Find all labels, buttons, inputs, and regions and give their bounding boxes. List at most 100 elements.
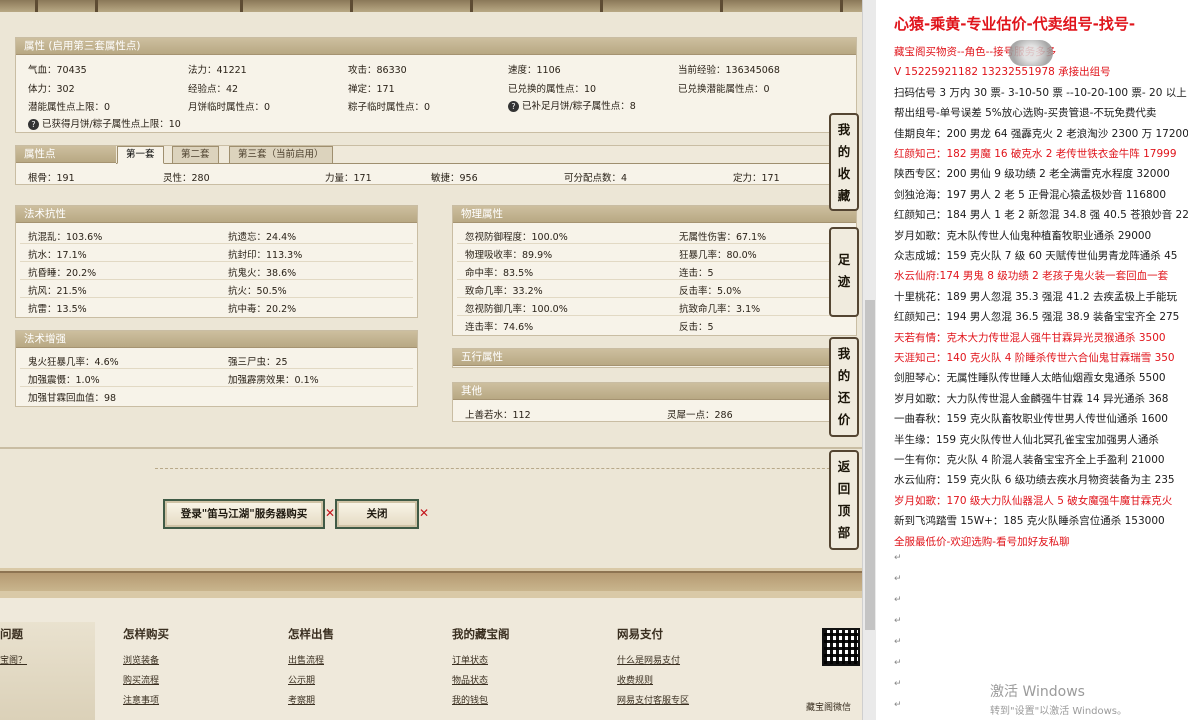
doc-line: 陕西专区：200 男仙 9 级功绩 2 老全满雷克水程度 32000 [894,168,1170,181]
footer-col-title: 怎样出售 [288,627,334,641]
five-elements-title: 五行属性 [453,349,856,366]
footer-link[interactable]: 网易支付客服专区 [617,693,689,706]
footer-link[interactable]: 公示期 [288,673,315,686]
footer-link[interactable]: 购买流程 [123,673,159,686]
table-row: 忽视防御几率：100.0% 抗致命几率：3.1% [457,298,852,316]
point-value: 根骨：191 [28,173,75,184]
tab-set-3[interactable]: 第三套（当前启用） [229,146,333,164]
qr-caption: 藏宝阁微信 [806,703,852,713]
doc-title: 心猿-乘黄-专业估价-代卖组号-找号- [894,15,1136,33]
side-tab-favorites[interactable]: 我的收藏 [829,113,859,211]
attr-value: 已兑换潜能属性点：0 [678,84,770,95]
tab-set-1[interactable]: 第一套 [117,146,164,164]
points-panel-title: 属性点 [16,146,116,163]
point-value: 敏捷：956 [431,173,478,184]
avatar [1009,40,1053,66]
footer-link[interactable]: 我的钱包 [452,693,488,706]
doc-line: 岁月如歌：大力队传世混人金麟强牛甘霖 14 异光通杀 368 [894,392,1169,405]
footer-link[interactable]: 订单状态 [452,653,488,666]
attr-value-text: 已补足月饼/粽子属性点：8 [522,101,636,112]
phys-value: 连击率：74.6% [465,322,534,333]
attr-value: 经验点：42 [188,84,239,95]
doc-line: 红颜知己：184 男人 1 老 2 新忽混 34.8 强 40.5 苍狼妙音 2… [894,209,1188,222]
doc-line: 水云仙府：159 克火队 6 级功绩去疾水月物资装备为主 235 [894,474,1175,487]
doc-line: 一曲春秋：159 克火队畜牧职业传世男人传世仙通杀 1600 [894,413,1168,426]
footer-link[interactable]: 物品状态 [452,673,488,686]
footer-col-title: 我的藏宝阁 [452,627,510,641]
other-title: 其他 [453,383,856,400]
resist-value: 抗火：50.5% [228,286,287,297]
resist-value: 抗昏睡：20.2% [28,268,97,279]
windows-watermark-sub: 转到"设置"以激活 Windows。 [990,706,1128,717]
point-value: 灵性：280 [163,173,210,184]
side-tab-back-to-top[interactable]: 返回顶部 [829,450,859,550]
doc-line: 半生缘：159 克火队传世人仙北冥孔雀宝宝加强男人通杀 [894,433,1159,446]
qr-code-icon [822,628,860,666]
close-x-icon: ✕ [419,506,430,520]
magic-boost-panel: 法术增强 鬼火狂暴几率：4.6% 强三尸虫：25 加强震慑：1.0% 加强霹雳效果：… [15,330,418,407]
other-panel: 其他 上善若水：112 灵犀一点：286 [452,382,857,422]
help-icon[interactable]: ? [508,101,519,112]
resist-value: 抗风：21.5% [28,286,87,297]
point-value: 可分配点数：4 [564,173,628,184]
paragraph-mark: ↵ [894,637,902,647]
five-elements-panel: 五行属性 [452,348,857,368]
login-buy-button[interactable]: 登录"笛马江湖"服务器购买 [163,499,325,529]
resist-value: 抗中毒：20.2% [228,304,297,315]
boost-value: 加强震慑：1.0% [28,375,100,386]
table-row: 物理吸收率：89.9% 狂暴几率：80.0% [457,244,852,262]
table-row: 命中率：83.5% 连击：5 [457,262,852,280]
magic-resist-title: 法术抗性 [16,206,417,223]
footer-link[interactable]: 什么是网易支付 [617,653,680,666]
tab-set-2[interactable]: 第二套 [172,146,219,164]
windows-watermark: 激活 Windows [990,684,1085,700]
game-page: 属性 (启用第三套属性点) 气血：70435 法力：41221 攻击：86330… [0,0,862,720]
doc-line: 剑胆琴心：无属性睡队传世睡人太皓仙烟霞女鬼通杀 5500 [894,372,1166,385]
table-row: 忽视防御程度：100.0% 无属性伤害：67.1% [457,226,852,244]
scrollbar-thumb[interactable] [865,300,875,630]
paragraph-mark: ↵ [894,616,902,626]
footer-link[interactable]: 浏览装备 [123,653,159,666]
attr-value: 当前经验：136345068 [678,65,780,76]
side-tab-bargain[interactable]: 我的还价 [829,337,859,437]
footer-link[interactable]: 考察期 [288,693,315,706]
phys-value: 忽视防御程度：100.0% [465,232,568,243]
paragraph-mark: ↵ [894,700,902,710]
resist-value: 抗遗忘：24.4% [228,232,297,243]
footer-link[interactable]: 出售流程 [288,653,324,666]
side-tab-footprint[interactable]: 足迹 [829,227,859,317]
paragraph-mark: ↵ [894,574,902,584]
resist-value: 抗封印：113.3% [228,250,303,261]
help-icon[interactable]: ? [28,119,39,130]
attr-value: 攻击：86330 [348,65,407,76]
attr-value: 粽子临时属性点：0 [348,102,431,113]
attr-value: 月饼临时属性点：0 [188,102,271,113]
doc-line: 新到飞鸿踏雪 15W+：185 克火队睡杀宫位通杀 153000 [894,515,1165,528]
side-tab-label: 我的收藏 [837,122,851,203]
phys-value: 命中率：83.5% [465,268,534,279]
attr-value: ? 已获得月饼/粽子属性点上限：10 [28,116,181,130]
physical-attr-panel: 物理属性 忽视防御程度：100.0% 无属性伤害：67.1% 物理吸收率：89.9… [452,205,857,336]
physical-attr-title: 物理属性 [453,206,856,223]
footer-link[interactable]: 宝阁？ [0,653,27,666]
footer-link[interactable]: 注意事项 [123,693,159,706]
phys-value: 致命几率：33.2% [465,286,543,297]
attr-value: 体力：302 [28,84,75,95]
divider [155,468,855,469]
table-row: 抗混乱：103.6% 抗遗忘：24.4% [20,226,413,244]
footer-col-title: 怎样购买 [123,627,169,641]
close-button[interactable]: 关闭 [335,499,419,529]
footer-link[interactable]: 收费规则 [617,673,653,686]
resist-value: 抗雷：13.5% [28,304,87,315]
scrollbar[interactable] [862,0,876,720]
attr-value: 潜能属性点上限：0 [28,102,111,113]
boost-value: 强三尸虫：25 [228,357,288,368]
paragraph-mark: ↵ [894,595,902,605]
phys-value: 连击：5 [679,268,714,279]
table-row: 抗雷：13.5% 抗中毒：20.2% [20,298,413,316]
attr-value: 法力：41221 [188,65,247,76]
boost-value: 加强霹雳效果：0.1% [228,375,319,386]
other-value: 上善若水：112 [465,410,531,421]
doc-line: 佳期良年：200 男龙 64 强霹克火 2 老浪淘沙 2300 万 17200 [894,127,1188,140]
attribute-panel: 属性 (启用第三套属性点) 气血：70435 法力：41221 攻击：86330… [15,37,857,133]
